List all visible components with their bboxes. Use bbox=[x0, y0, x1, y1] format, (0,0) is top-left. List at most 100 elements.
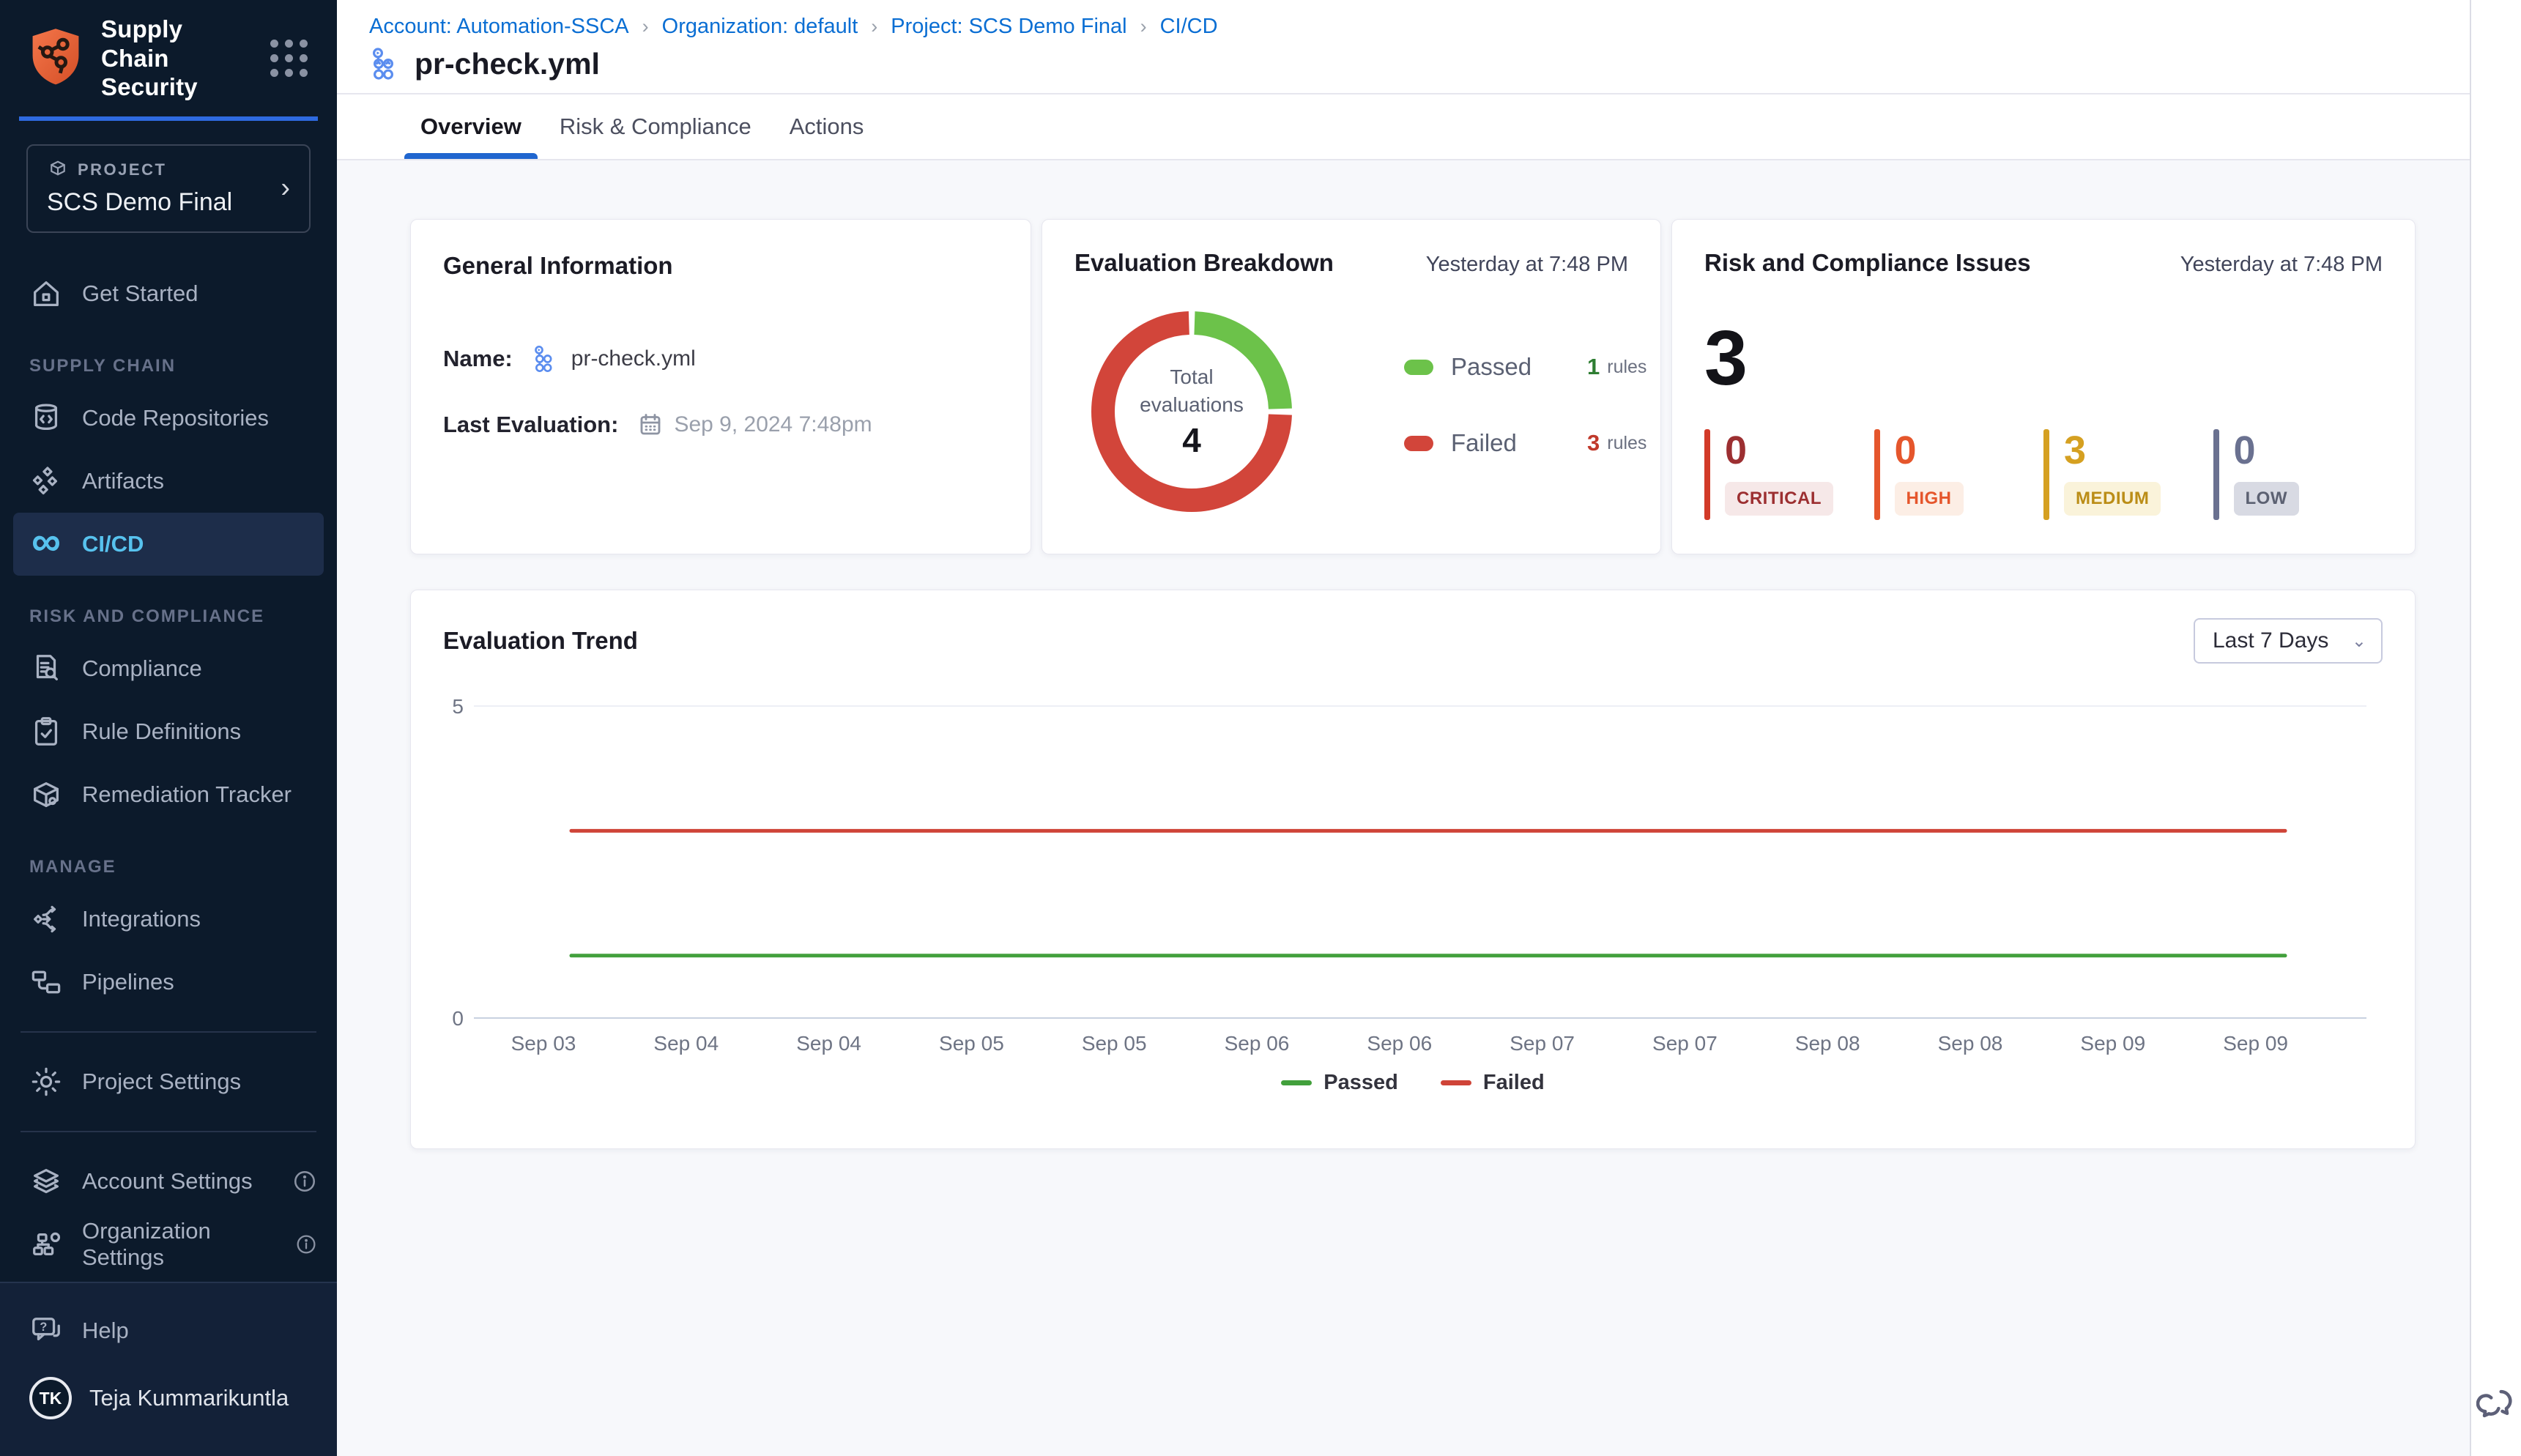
svg-text:0: 0 bbox=[452, 1007, 464, 1030]
info-icon[interactable] bbox=[294, 1231, 318, 1258]
risk-compliance-card: Risk and Compliance Issues Yesterday at … bbox=[1671, 219, 2416, 554]
chat-assistant-icon[interactable] bbox=[2476, 1383, 2516, 1425]
section-manage: MANAGE bbox=[0, 826, 337, 888]
passed-swatch bbox=[1404, 360, 1433, 375]
svg-text:?: ? bbox=[40, 1321, 47, 1334]
evaluation-trend-card: Evaluation Trend Last 7 Days ⌄ 0 5 Sep 03 S… bbox=[410, 590, 2416, 1149]
tab-overview[interactable]: Overview bbox=[404, 94, 538, 159]
sidebar-item-project-settings[interactable]: Project Settings bbox=[0, 1050, 337, 1113]
svg-text:Sep 08: Sep 08 bbox=[1795, 1032, 1860, 1055]
name-label: Name: bbox=[443, 346, 513, 372]
chevron-separator-icon: › bbox=[1140, 15, 1147, 38]
sidebar-item-compliance[interactable]: Compliance bbox=[0, 637, 337, 700]
pipeline-icon bbox=[369, 46, 404, 81]
last-evaluation-label: Last Evaluation: bbox=[443, 412, 618, 438]
help-chat-icon: ? bbox=[29, 1314, 63, 1348]
app-logo: Supply Chain Security bbox=[0, 0, 337, 115]
sidebar-nav: Get Started SUPPLY CHAIN Code Repositori… bbox=[0, 262, 337, 1276]
severity-critical: 0 CRITICAL bbox=[1704, 429, 1874, 520]
user-name: Teja Kummarikuntla bbox=[89, 1385, 289, 1411]
date-range-select[interactable]: Last 7 Days ⌄ bbox=[2194, 618, 2383, 664]
breadcrumb-account[interactable]: Account: Automation-SSCA bbox=[369, 15, 629, 39]
tab-risk-compliance[interactable]: Risk & Compliance bbox=[543, 94, 768, 159]
sidebar-bottom: ? Help TK Teja Kummarikuntla bbox=[0, 1282, 337, 1456]
breadcrumb-cicd[interactable]: CI/CD bbox=[1160, 15, 1218, 39]
sidebar-item-code-repositories[interactable]: Code Repositories bbox=[0, 387, 337, 450]
pipeline-icon bbox=[532, 344, 561, 374]
sidebar-item-help[interactable]: ? Help bbox=[0, 1299, 337, 1362]
cube-icon bbox=[47, 159, 69, 181]
donut-center-value: 4 bbox=[1182, 420, 1201, 460]
trend-legend: Passed Failed bbox=[443, 1071, 2383, 1095]
gear-icon bbox=[29, 1065, 63, 1099]
svg-text:Sep 09: Sep 09 bbox=[2080, 1032, 2145, 1055]
severity-medium: 3 MEDIUM bbox=[2043, 429, 2213, 520]
sidebar-item-remediation-tracker[interactable]: Remediation Tracker bbox=[0, 763, 337, 826]
tab-bar: Overview Risk & Compliance Actions bbox=[337, 94, 2470, 160]
content: General Information Name: pr-check.yml L… bbox=[337, 160, 2470, 1456]
sidebar-item-pipelines[interactable]: Pipelines bbox=[0, 951, 337, 1014]
donut-center-label: Total bbox=[1140, 363, 1244, 391]
user-menu[interactable]: TK Teja Kummarikuntla bbox=[0, 1362, 337, 1434]
main-area: Account: Automation-SSCA › Organization:… bbox=[337, 0, 2470, 1456]
risk-timestamp: Yesterday at 7:48 PM bbox=[2180, 253, 2383, 277]
sidebar-item-artifacts[interactable]: Artifacts bbox=[0, 450, 337, 513]
svg-text:5: 5 bbox=[452, 695, 464, 718]
chevron-down-icon: ⌄ bbox=[2352, 631, 2366, 652]
project-selector-label: PROJECT bbox=[78, 160, 166, 179]
module-grid-icon[interactable] bbox=[266, 35, 312, 81]
trend-legend-passed: Passed bbox=[1281, 1071, 1398, 1095]
evaluation-breakdown-card: Evaluation Breakdown Yesterday at 7:48 P… bbox=[1042, 219, 1661, 554]
legend-item-failed: Failed 3 rules bbox=[1404, 429, 1646, 457]
total-issues-count: 3 bbox=[1704, 319, 2383, 397]
breakdown-legend: Passed 1 rules Failed 3 rules bbox=[1404, 353, 1646, 457]
card-title: General Information bbox=[443, 252, 998, 280]
svg-text:Sep 03: Sep 03 bbox=[511, 1032, 576, 1055]
infinity-icon: ∞ bbox=[29, 527, 63, 561]
legend-item-passed: Passed 1 rules bbox=[1404, 353, 1646, 381]
sidebar-item-rule-definitions[interactable]: Rule Definitions bbox=[0, 700, 337, 763]
passed-line-swatch bbox=[1281, 1080, 1312, 1085]
severity-bar bbox=[2043, 429, 2049, 520]
failed-count: 3 bbox=[1587, 430, 1600, 456]
svg-text:Sep 04: Sep 04 bbox=[796, 1032, 861, 1055]
card-title: Evaluation Breakdown bbox=[1074, 249, 1334, 277]
svg-text:Sep 06: Sep 06 bbox=[1367, 1032, 1432, 1055]
severity-row: 0 CRITICAL 0 HIGH 3 bbox=[1704, 429, 2383, 520]
trend-legend-failed: Failed bbox=[1441, 1071, 1545, 1095]
tab-actions[interactable]: Actions bbox=[773, 94, 880, 159]
severity-bar bbox=[1874, 429, 1880, 520]
code-repository-icon bbox=[29, 401, 63, 435]
chevron-separator-icon: › bbox=[871, 15, 877, 38]
sidebar-item-cicd[interactable]: ∞ CI/CD bbox=[13, 513, 324, 576]
home-icon bbox=[29, 277, 63, 311]
project-selector[interactable]: PROJECT SCS Demo Final › bbox=[26, 144, 311, 233]
sidebar: Supply Chain Security PROJECT SCS Demo F… bbox=[0, 0, 337, 1456]
integrations-icon bbox=[29, 902, 63, 936]
svg-text:Sep 09: Sep 09 bbox=[2223, 1032, 2288, 1055]
card-title: Risk and Compliance Issues bbox=[1704, 249, 2031, 277]
divider bbox=[21, 1031, 316, 1033]
sidebar-item-organization-settings[interactable]: Organization Settings bbox=[0, 1213, 337, 1276]
breadcrumb-project[interactable]: Project: SCS Demo Final bbox=[891, 15, 1126, 39]
project-name: SCS Demo Final bbox=[47, 188, 290, 217]
chevron-separator-icon: › bbox=[642, 15, 649, 38]
breadcrumb-organization[interactable]: Organization: default bbox=[662, 15, 858, 39]
name-value: pr-check.yml bbox=[571, 346, 696, 371]
severity-bar bbox=[1704, 429, 1710, 520]
pipelines-icon bbox=[29, 965, 63, 999]
artifacts-icon bbox=[29, 464, 63, 498]
svg-text:Sep 08: Sep 08 bbox=[1938, 1032, 2003, 1055]
info-icon[interactable] bbox=[292, 1168, 318, 1195]
sidebar-item-integrations[interactable]: Integrations bbox=[0, 888, 337, 951]
severity-badge: MEDIUM bbox=[2064, 482, 2161, 516]
severity-bar bbox=[2213, 429, 2219, 520]
org-gear-icon bbox=[29, 1227, 63, 1261]
sidebar-item-get-started[interactable]: Get Started bbox=[0, 262, 337, 325]
page-header: Account: Automation-SSCA › Organization:… bbox=[337, 0, 2470, 94]
compliance-icon bbox=[29, 652, 63, 686]
sidebar-item-account-settings[interactable]: Account Settings bbox=[0, 1150, 337, 1213]
trend-line-chart: 05Sep 03Sep 04Sep 04Sep 05Sep 05Sep 06Se… bbox=[443, 684, 2384, 1065]
svg-text:Sep 05: Sep 05 bbox=[1082, 1032, 1147, 1055]
card-title: Evaluation Trend bbox=[443, 627, 638, 655]
